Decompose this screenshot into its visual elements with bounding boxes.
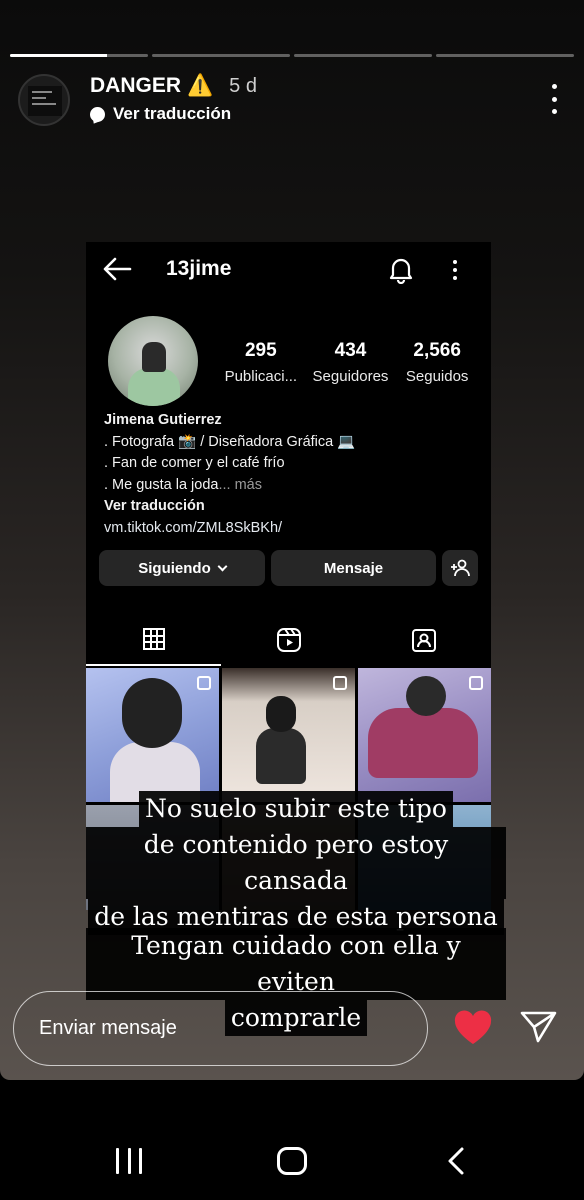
story-avatar[interactable] — [18, 74, 70, 126]
post-thumbnail — [358, 668, 491, 802]
stat-value: 2,566 — [413, 340, 461, 361]
profile-menu-icon — [452, 260, 458, 280]
following-label: Siguiendo — [138, 559, 211, 577]
grid-icon — [142, 628, 165, 650]
stat-label: Seguidos — [405, 368, 469, 385]
profile-topbar: 13jime — [86, 242, 491, 298]
heart-icon[interactable] — [453, 1010, 493, 1046]
bell-icon — [389, 258, 413, 284]
progress-segment — [294, 54, 432, 57]
profile-actions: Siguiendo Mensaje — [99, 550, 478, 586]
progress-segment — [436, 54, 574, 57]
multi-photo-icon — [197, 676, 211, 690]
story-time: 5 d — [229, 74, 257, 97]
stat-label: Seguidores — [312, 368, 389, 385]
story-progress — [10, 54, 574, 57]
bio-more: ... más — [218, 476, 262, 493]
add-person-icon — [451, 559, 470, 577]
stat-following: 2,566 Seguidos — [399, 340, 475, 385]
chevron-down-icon — [217, 561, 228, 571]
message-button: Mensaje — [271, 550, 436, 586]
profile-avatar — [108, 316, 198, 406]
recents-icon[interactable] — [116, 1148, 142, 1174]
caption-line: No suelo subir este tipo — [139, 791, 453, 827]
profile-bio: Jimena Gutierrez . Fotografa 📸 / Diseñad… — [104, 410, 355, 539]
back-arrow-icon — [103, 257, 132, 281]
story-caption: No suelo subir este tipo de contenido pe… — [86, 791, 506, 935]
bio-line: . Me gusta la joda... más — [104, 475, 355, 497]
caption-line: de contenido pero estoy cansada — [86, 827, 506, 899]
android-nav-bar — [0, 1080, 584, 1200]
post-thumbnail — [222, 668, 355, 802]
send-icon[interactable] — [519, 1010, 557, 1044]
translate-label: Ver traducción — [113, 104, 232, 123]
progress-segment — [152, 54, 290, 57]
post-thumbnail — [86, 668, 219, 802]
stat-value: 434 — [334, 340, 367, 361]
bio-link: vm.tiktok.com/ZML8SkBKh/ — [104, 519, 283, 536]
multi-photo-icon — [333, 676, 347, 690]
bio-translate: Ver traducción — [104, 498, 205, 514]
story-view: DANGER ⚠️ 5 d Ver traducción 13jime 295 … — [0, 0, 584, 1080]
stat-posts: 295 Publicaci... — [222, 340, 300, 385]
translate-button[interactable]: Ver traducción — [90, 104, 231, 124]
stat-value: 295 — [244, 340, 277, 361]
more-options-icon[interactable] — [550, 84, 558, 114]
reels-icon — [276, 628, 301, 652]
reply-placeholder: Enviar mensaje — [39, 1017, 177, 1039]
tab-reels — [221, 614, 356, 666]
stat-followers: 434 Seguidores — [306, 340, 396, 385]
bio-line: . Fan de comer y el café frío — [104, 455, 285, 471]
multi-photo-icon — [469, 676, 483, 690]
story-username[interactable]: DANGER ⚠️ 5 d — [90, 74, 257, 98]
bio-line: . Fotografa 📸 / Diseñadora Gráfica 💻 — [104, 433, 356, 450]
tab-grid — [86, 614, 221, 666]
reply-input[interactable]: Enviar mensaje — [13, 991, 428, 1066]
progress-segment — [10, 54, 148, 57]
profile-stats: 295 Publicaci... 434 Seguidores 2,566 Se… — [222, 340, 475, 385]
home-icon[interactable] — [277, 1147, 307, 1175]
tab-tagged — [356, 614, 491, 666]
stat-label: Publicaci... — [224, 368, 298, 385]
tagged-icon — [411, 629, 436, 652]
caption-line: Tengan cuidado con ella y eviten — [86, 928, 506, 1000]
message-label: Mensaje — [323, 559, 384, 577]
username-text: DANGER — [90, 74, 182, 97]
bio-line-text: . Me gusta la joda — [104, 476, 219, 493]
back-chevron-icon[interactable] — [444, 1146, 468, 1176]
profile-tabs — [86, 614, 491, 666]
profile-name: Jimena Gutierrez — [104, 412, 222, 428]
avatar-thumbnail — [28, 86, 62, 116]
warning-icon: ⚠️ — [187, 74, 214, 97]
story-header: DANGER ⚠️ 5 d Ver traducción — [18, 70, 566, 130]
profile-handle: 13jime — [166, 257, 232, 280]
add-person-button — [442, 550, 478, 586]
speech-bubble-icon — [90, 106, 105, 122]
following-button: Siguiendo — [99, 550, 265, 586]
